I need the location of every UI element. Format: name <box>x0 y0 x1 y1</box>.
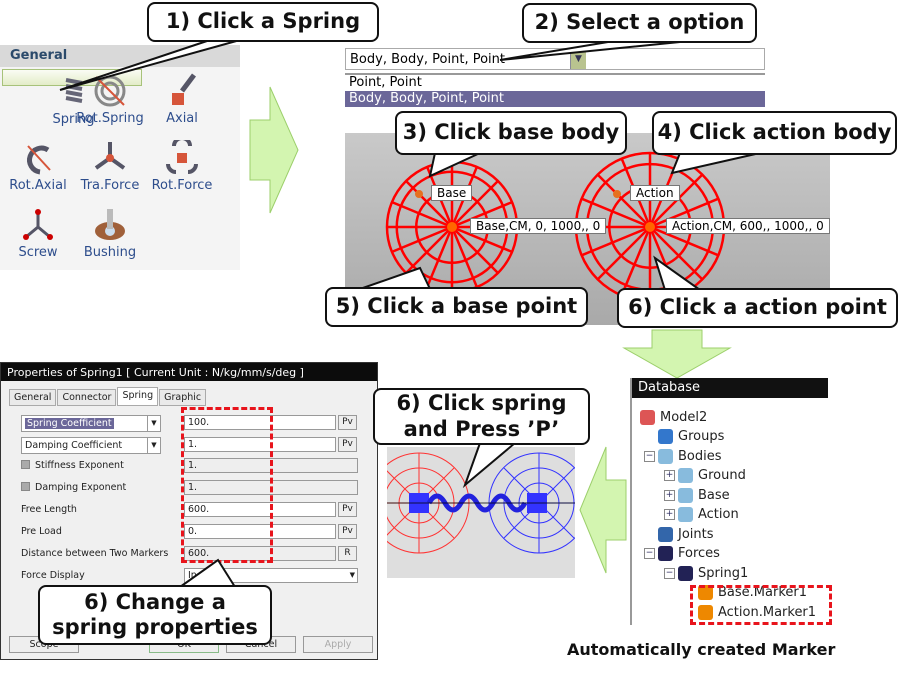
callout-step3: 3) Click base body <box>395 111 627 155</box>
callout-step6-press-p: 6) Click spring and Press ’P’ <box>373 388 590 445</box>
callout-step5: 5) Click a base point <box>325 287 588 327</box>
callout-step1: 1) Click a Spring <box>147 2 379 42</box>
callout-step6-action-point: 6) Click a action point <box>617 288 898 328</box>
callout-pointers <box>59 39 761 588</box>
callout-step4: 4) Click action body <box>652 111 897 155</box>
callout-step6-change-properties: 6) Change a spring properties <box>38 585 272 645</box>
callout-step2: 2) Select a option <box>522 3 757 43</box>
